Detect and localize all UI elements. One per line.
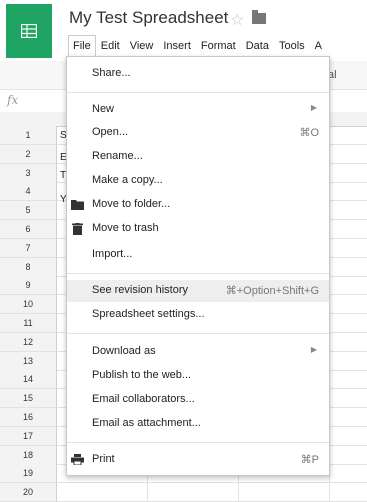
menu-item-email-attachment[interactable]: Email as attachment... <box>67 413 329 435</box>
shortcut-label: ⌘P <box>300 454 319 466</box>
menu-file[interactable]: File <box>68 35 96 58</box>
folder-icon <box>71 200 84 210</box>
printer-icon <box>71 454 84 465</box>
row-header[interactable]: 2 <box>0 145 57 164</box>
menu-item-new[interactable]: New ▶ <box>67 99 329 121</box>
menu-separator <box>67 273 329 274</box>
menu-item-import[interactable]: Import... <box>67 244 329 266</box>
menu-item-make-copy[interactable]: Make a copy... <box>67 170 329 192</box>
row-header[interactable]: 6 <box>0 220 57 239</box>
menu-tools[interactable]: Tools <box>274 35 310 57</box>
menu-item-share[interactable]: Share... <box>67 63 329 85</box>
menu-item-label: Open... <box>92 126 129 138</box>
menu-item-label: See revision history <box>92 284 188 296</box>
menu-item-move-to-trash[interactable]: Move to trash <box>67 218 329 240</box>
menu-item-label: Rename... <box>92 150 143 162</box>
menu-data[interactable]: Data <box>241 35 274 57</box>
sheets-grid-icon <box>21 24 37 38</box>
menu-item-label: Import... <box>92 248 133 260</box>
menu-item-publish[interactable]: Publish to the web... <box>67 365 329 387</box>
star-icon[interactable]: ☆ <box>230 10 244 30</box>
document-title[interactable]: My Test Spreadsheet <box>69 8 228 28</box>
menu-insert[interactable]: Insert <box>158 35 196 57</box>
menu-item-spreadsheet-settings[interactable]: Spreadsheet settings... <box>67 304 329 326</box>
row-header[interactable]: 19 <box>0 464 57 483</box>
file-menu-dropdown: Share... New ▶ Open... ⌘O Rename... Make… <box>66 56 330 476</box>
shortcut-label: ⌘O <box>299 127 319 139</box>
submenu-arrow-icon: ▶ <box>310 103 317 112</box>
row-header[interactable]: 14 <box>0 370 57 389</box>
menu-item-label: Email collaborators... <box>92 393 195 405</box>
row-header[interactable]: 15 <box>0 389 57 408</box>
row-header[interactable]: 17 <box>0 427 57 446</box>
menu-separator <box>67 92 329 93</box>
menu-item-revision-history[interactable]: See revision history ⌘+Option+Shift+G <box>67 280 329 302</box>
menu-item-label: Move to trash <box>92 222 159 234</box>
menu-item-print[interactable]: Print ⌘P <box>67 449 329 471</box>
menu-item-move-to-folder[interactable]: Move to folder... <box>67 194 329 216</box>
fx-icon: fx <box>7 93 19 107</box>
menu-item-label: New <box>92 103 115 115</box>
menu-item-label: Share... <box>92 67 131 79</box>
menu-separator <box>67 333 329 334</box>
folder-icon[interactable] <box>252 10 266 24</box>
row-header[interactable]: 18 <box>0 446 57 465</box>
row-header[interactable]: 4 <box>0 182 57 201</box>
row-header[interactable]: 11 <box>0 314 57 333</box>
trash-icon <box>72 223 83 235</box>
row-header[interactable]: 12 <box>0 333 57 352</box>
row-header[interactable]: 5 <box>0 201 57 220</box>
menu-item-email-collaborators[interactable]: Email collaborators... <box>67 389 329 411</box>
shortcut-label: ⌘+Option+Shift+G <box>225 285 319 297</box>
row-gridline <box>57 482 367 483</box>
submenu-arrow-icon: ▶ <box>310 345 317 354</box>
row-header[interactable]: 13 <box>0 352 57 371</box>
row-header[interactable]: 16 <box>0 408 57 427</box>
menu-edit[interactable]: Edit <box>96 35 125 57</box>
menu-item-label: Download as <box>92 345 156 357</box>
menu-item-label: Email as attachment... <box>92 417 201 429</box>
sheets-logo[interactable] <box>6 4 52 58</box>
menu-item-label: Print <box>92 453 115 465</box>
row-header[interactable]: 3 <box>0 164 57 183</box>
menu-item-rename[interactable]: Rename... <box>67 146 329 168</box>
menu-format[interactable]: Format <box>196 35 241 57</box>
menu-item-label: Make a copy... <box>92 174 163 186</box>
menu-item-open[interactable]: Open... ⌘O <box>67 122 329 144</box>
menu-item-label: Spreadsheet settings... <box>92 308 205 320</box>
row-header[interactable]: 8 <box>0 258 57 277</box>
menu-item-download-as[interactable]: Download as ▶ <box>67 341 329 363</box>
menu-item-label: Move to folder... <box>92 198 171 210</box>
row-header[interactable]: 1 <box>0 126 57 145</box>
row-header[interactable]: 7 <box>0 239 57 258</box>
row-header[interactable]: 9 <box>0 276 57 295</box>
menu-separator <box>67 442 329 443</box>
menu-bar: File Edit View Insert Format Data Tools … <box>68 35 327 58</box>
menu-addons[interactable]: A <box>310 35 327 57</box>
row-header[interactable]: 10 <box>0 295 57 314</box>
menu-item-label: Publish to the web... <box>92 369 192 381</box>
row-header[interactable]: 20 <box>0 483 57 502</box>
menu-view[interactable]: View <box>125 35 159 57</box>
